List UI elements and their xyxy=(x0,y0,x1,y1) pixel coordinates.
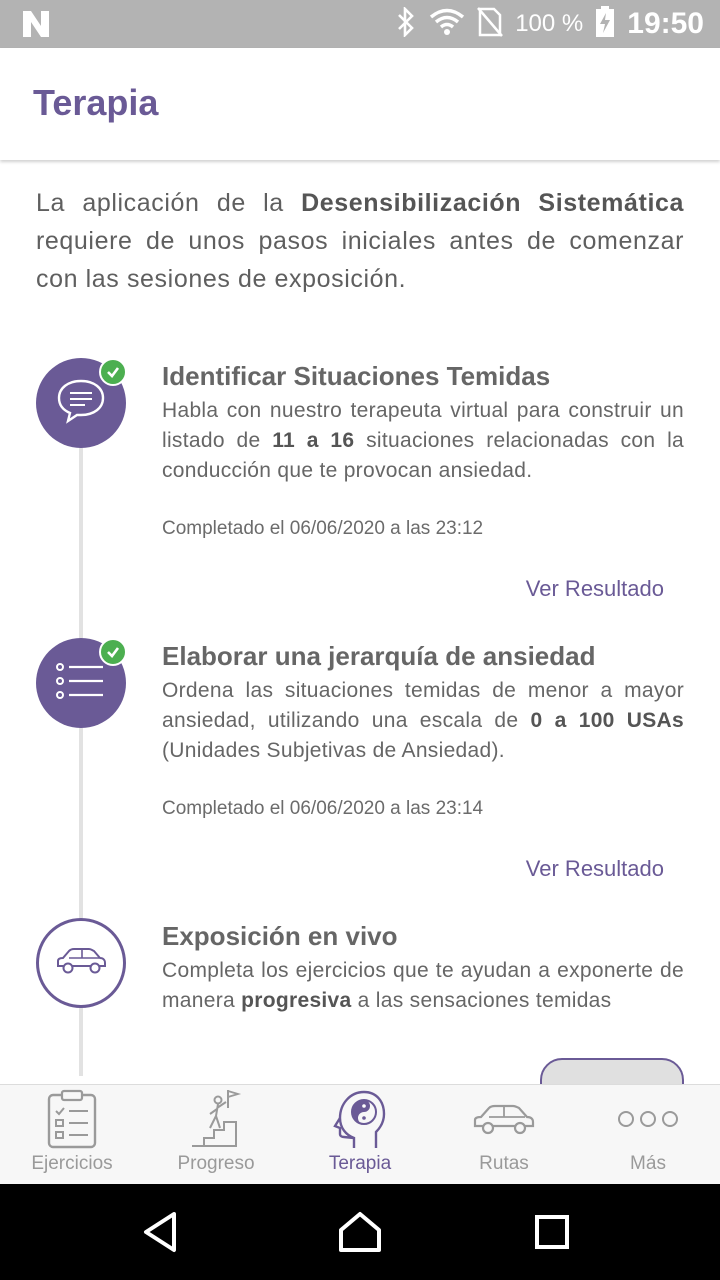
notification-n-icon xyxy=(20,8,52,45)
step-2-ver-resultado-link[interactable]: Ver Resultado xyxy=(526,856,664,882)
wifi-icon xyxy=(429,8,465,41)
clipboard-icon xyxy=(0,1089,144,1149)
nav-rutas-label: Rutas xyxy=(479,1153,529,1174)
app-bar: Terapia xyxy=(0,48,720,160)
step-1-ver-resultado-link[interactable]: Ver Resultado xyxy=(526,576,664,602)
nav-ejercicios[interactable]: Ejercicios xyxy=(0,1085,144,1185)
step-3-action-button[interactable] xyxy=(540,1058,684,1084)
step-1-description: Habla con nuestro terapeuta virtual para… xyxy=(162,399,685,482)
main-content[interactable]: La aplicación de la Desensibilización Si… xyxy=(0,160,720,1084)
step-2-completed-date: Completado el 06/06/2020 a las 23:14 xyxy=(162,798,484,819)
nav-rutas[interactable]: Rutas xyxy=(432,1085,576,1185)
nav-ejercicios-label: Ejercicios xyxy=(31,1153,113,1174)
car-icon xyxy=(432,1089,576,1149)
battery-charging-icon xyxy=(595,5,615,43)
climber-icon xyxy=(144,1089,288,1149)
nav-progreso[interactable]: Progreso xyxy=(144,1085,288,1185)
more-dots-icon xyxy=(576,1089,720,1149)
nav-progreso-label: Progreso xyxy=(177,1153,255,1174)
list-icon xyxy=(55,661,107,706)
bottom-navigation: Ejercicios Progreso Terapia Rutas Más xyxy=(0,1084,720,1185)
step-1-completed-date: Completado el 06/06/2020 a las 23:12 xyxy=(162,518,484,539)
step-1-check-icon xyxy=(99,358,127,386)
system-navigation-bar xyxy=(0,1184,720,1280)
car-icon xyxy=(55,946,107,981)
nav-terapia-label: Terapia xyxy=(328,1153,392,1174)
page-title: Terapia xyxy=(33,82,159,123)
home-icon[interactable] xyxy=(334,1206,386,1258)
step-2-description: Ordena las situaciones temidas de menor … xyxy=(162,679,684,762)
no-sim-icon xyxy=(477,6,504,42)
nav-terapia[interactable]: Terapia xyxy=(288,1085,432,1185)
back-icon[interactable] xyxy=(134,1206,186,1258)
nav-mas-label: Más xyxy=(630,1153,666,1174)
recents-icon[interactable] xyxy=(526,1206,578,1258)
step-2-title: Elaborar una jerarquía de ansiedad xyxy=(162,641,596,671)
step-3-circle xyxy=(36,918,126,1008)
intro-text: La aplicación de la Desensibilización Si… xyxy=(36,189,684,293)
status-bar: 100 % 19:50 xyxy=(0,0,720,48)
battery-percent: 100 % xyxy=(515,10,584,37)
step-1-title: Identificar Situaciones Temidas xyxy=(162,361,551,391)
head-yin-yang-icon xyxy=(288,1089,432,1149)
bluetooth-icon xyxy=(395,5,417,42)
step-3-title: Exposición en vivo xyxy=(162,921,398,951)
step-3-description: Completa los ejercicios que te ayudan a … xyxy=(162,959,684,1012)
step-2-check-icon xyxy=(99,638,127,666)
nav-mas[interactable]: Más xyxy=(576,1085,720,1185)
status-time: 19:50 xyxy=(627,7,704,40)
chat-bubble-icon xyxy=(55,377,107,430)
